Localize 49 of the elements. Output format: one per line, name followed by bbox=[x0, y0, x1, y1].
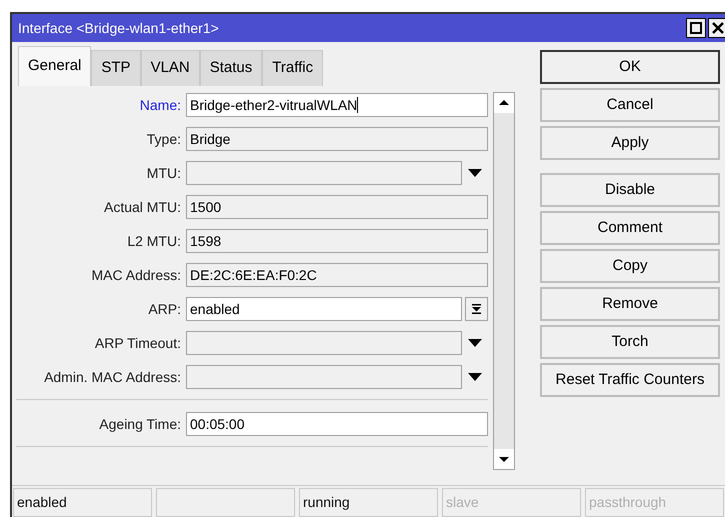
tab[interactable]: Status bbox=[200, 50, 262, 86]
dialog-button[interactable]: Reset Traffic Counters bbox=[540, 363, 720, 397]
field-label: Type: bbox=[146, 130, 181, 149]
field-label: MAC Address: bbox=[92, 266, 181, 284]
dialog-button[interactable]: Remove bbox=[540, 287, 720, 321]
scrollbar[interactable] bbox=[493, 92, 515, 470]
tab[interactable]: STP bbox=[91, 50, 141, 86]
dialog-button[interactable]: Apply bbox=[540, 126, 720, 160]
combo-field[interactable] bbox=[186, 365, 462, 389]
status-cell: slave bbox=[442, 488, 581, 517]
close-icon[interactable] bbox=[708, 18, 725, 38]
field-label: L2 MTU: bbox=[127, 232, 181, 250]
maximize-icon[interactable] bbox=[686, 18, 706, 38]
select-field[interactable]: enabled bbox=[186, 297, 462, 321]
dropdown-button[interactable] bbox=[465, 297, 488, 321]
dialog-button[interactable]: Torch bbox=[540, 325, 720, 359]
dialog-button[interactable]: Comment bbox=[540, 211, 720, 245]
tab[interactable]: Traffic bbox=[262, 50, 324, 86]
tab[interactable]: General bbox=[18, 46, 92, 86]
readonly-field: Bridge bbox=[186, 127, 488, 151]
dialog-button[interactable]: OK bbox=[540, 50, 720, 84]
readonly-field: 1598 bbox=[186, 229, 488, 253]
combo-field[interactable] bbox=[186, 161, 462, 185]
field-label: ARP Timeout: bbox=[94, 334, 181, 352]
status-cell: passthrough bbox=[585, 488, 724, 517]
window-title: Interface <Bridge-wlan1-ether1> bbox=[18, 18, 219, 38]
readonly-field: DE:2C:6E:EA:F0:2C bbox=[186, 263, 488, 287]
field-label: Ageing Time: bbox=[99, 414, 181, 434]
dialog-button[interactable]: Copy bbox=[540, 249, 720, 283]
field-label: Admin. MAC Address: bbox=[44, 368, 181, 386]
field-label: Actual MTU: bbox=[104, 198, 181, 216]
field-label: ARP: bbox=[148, 300, 181, 318]
scroll-down-icon[interactable] bbox=[494, 449, 514, 469]
combo-field[interactable] bbox=[186, 331, 462, 355]
tab[interactable]: VLAN bbox=[140, 50, 200, 86]
dropdown-arrow-icon[interactable] bbox=[468, 339, 482, 347]
expand-icon bbox=[472, 304, 481, 314]
field-label: Name: bbox=[140, 96, 181, 114]
status-cell: running bbox=[299, 488, 438, 517]
text-field[interactable]: 00:05:00 bbox=[186, 412, 488, 436]
dialog-button[interactable]: Cancel bbox=[540, 88, 720, 122]
field-label: MTU: bbox=[146, 164, 181, 182]
status-cell: enabled bbox=[13, 488, 152, 517]
dropdown-arrow-icon[interactable] bbox=[468, 169, 482, 177]
text-field[interactable]: Bridge-ether2-vitrualWLAN bbox=[186, 93, 488, 117]
dropdown-arrow-icon[interactable] bbox=[468, 373, 482, 381]
readonly-field: 1500 bbox=[186, 195, 488, 219]
dialog-button[interactable]: Disable bbox=[540, 173, 720, 207]
scroll-up-icon[interactable] bbox=[494, 93, 514, 113]
